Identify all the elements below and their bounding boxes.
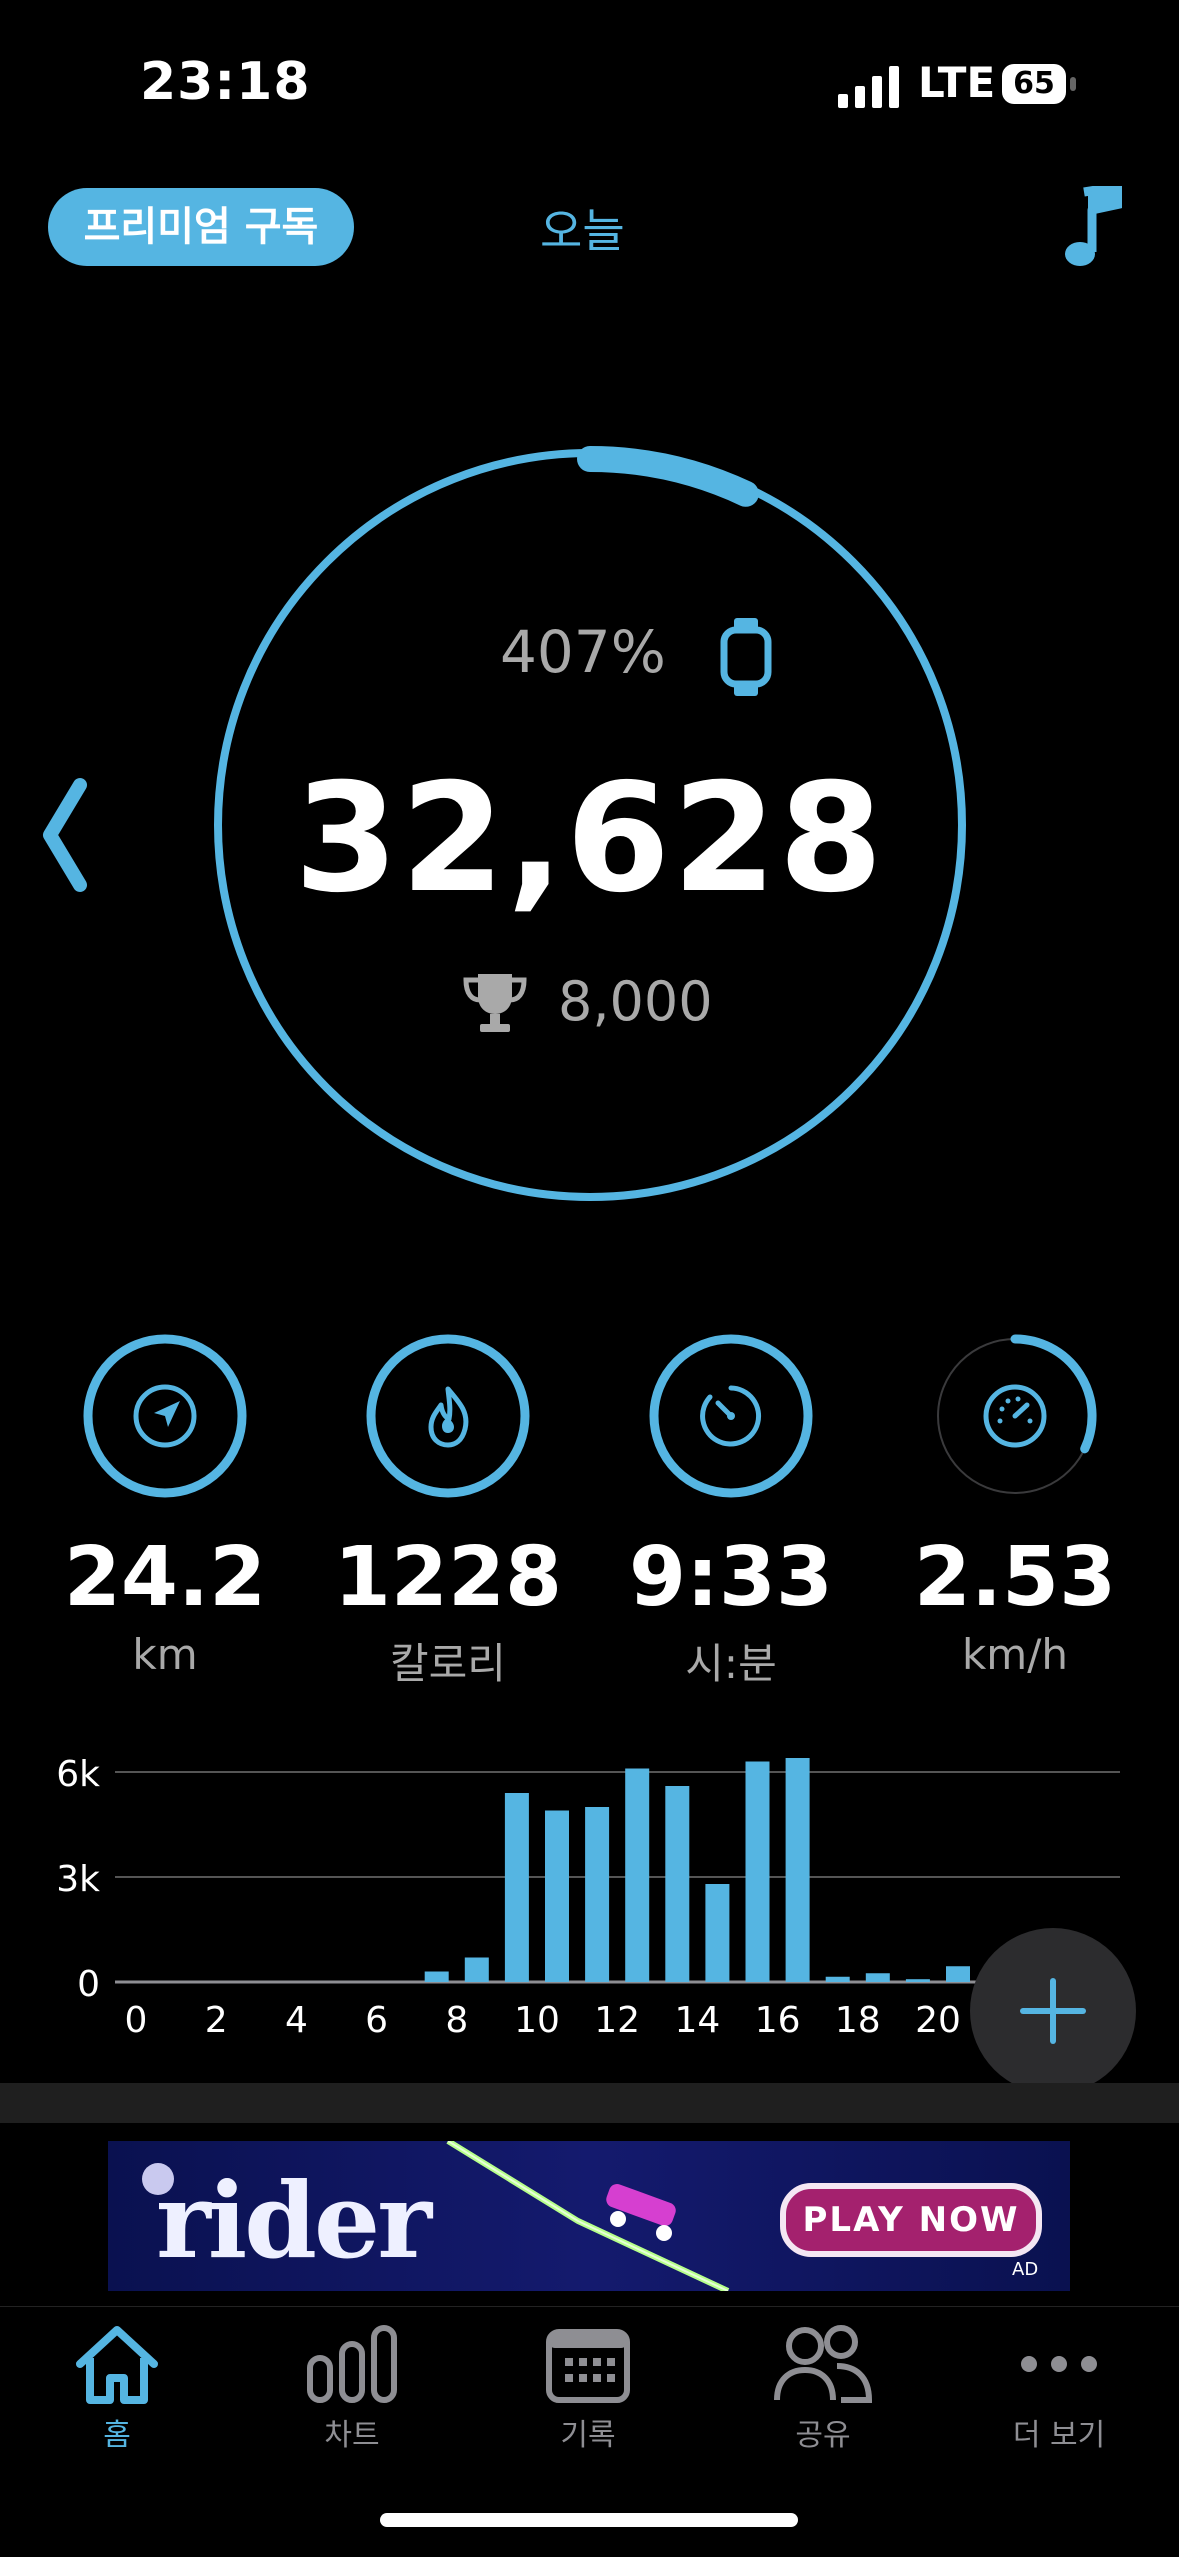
x-tick-label: 8	[445, 2000, 468, 2041]
cellular-signal-icon	[838, 66, 899, 108]
x-tick-label: 10	[514, 2000, 560, 2041]
battery-level: 65	[1002, 64, 1066, 104]
duration-value: 9:33	[629, 1530, 833, 1625]
step-goal: 8,000	[558, 970, 713, 1033]
tab-more[interactable]: 더 보기	[959, 2322, 1159, 2454]
ad-brand: rider	[156, 2159, 432, 2282]
tab-share-label: 공유	[795, 2418, 851, 2453]
distance-value: 24.2	[63, 1530, 267, 1625]
calories-value: 1228	[333, 1530, 563, 1625]
premium-subscription-button[interactable]: 프리미엄 구독	[48, 188, 354, 266]
battery-icon: 65	[1002, 64, 1078, 104]
chart-bar	[545, 1810, 569, 1982]
tab-chart-label: 차트	[324, 2418, 380, 2453]
x-tick-label: 0	[125, 2000, 148, 2041]
bar-chart-icon	[307, 2325, 397, 2403]
chart-bar	[825, 1976, 850, 1982]
speed-value: 2.53	[913, 1530, 1117, 1625]
chart-bar	[585, 1807, 610, 1982]
chart-bar	[905, 1979, 930, 1982]
duration-unit: 시:분	[685, 1639, 777, 1688]
watch-icon[interactable]	[720, 618, 772, 696]
chart-bar	[665, 1786, 690, 1982]
x-tick-label: 16	[755, 2000, 801, 2041]
ad-play-now-button[interactable]: PLAY NOW	[780, 2183, 1042, 2257]
tab-more-label: 더 보기	[1012, 2418, 1106, 2453]
tab-home-label: 홈	[103, 2418, 131, 2453]
chart-bar	[424, 1971, 449, 1982]
home-icon	[76, 2326, 158, 2404]
timer-icon	[649, 1334, 813, 1498]
y-tick-label: 3k	[56, 1859, 100, 1900]
calories-unit: 칼로리	[390, 1639, 506, 1688]
speed-unit: km/h	[961, 1630, 1068, 1679]
x-tick-label: 14	[674, 2000, 720, 2041]
speedometer-icon	[937, 1334, 1097, 1494]
music-note-icon[interactable]	[1062, 186, 1122, 270]
tab-records-label: 기록	[560, 2418, 616, 2453]
chart-bar	[745, 1761, 770, 1982]
home-indicator	[380, 2513, 798, 2527]
section-divider	[0, 2083, 1179, 2123]
x-tick-label: 18	[835, 2000, 881, 2041]
chart-bar	[946, 1966, 970, 1982]
goal-percent: 407%	[500, 618, 666, 686]
step-count: 32,628	[294, 752, 885, 926]
status-time: 23:18	[140, 52, 311, 112]
tab-records[interactable]: 기록	[488, 2322, 688, 2454]
y-tick-label: 6k	[56, 1754, 100, 1795]
flame-icon	[366, 1334, 530, 1498]
distance-unit: km	[132, 1630, 198, 1679]
chart-bar	[785, 1758, 810, 1982]
people-icon	[774, 2325, 873, 2403]
page-title[interactable]: 오늘	[540, 195, 625, 261]
ad-banner[interactable]: rider PLAY NOW AD	[108, 2141, 1070, 2291]
more-icon	[1021, 2356, 1097, 2372]
y-tick-label: 0	[77, 1964, 100, 2005]
x-tick-label: 2	[205, 2000, 228, 2041]
chart-bar	[464, 1957, 489, 1982]
trophy-icon	[463, 974, 527, 1032]
x-tick-label: 20	[915, 2000, 961, 2041]
tab-home[interactable]: 홈	[17, 2322, 217, 2454]
x-tick-label: 4	[285, 2000, 308, 2041]
plus-icon	[1020, 1978, 1086, 2044]
chart-bar	[705, 1884, 730, 1982]
chart-bar	[625, 1768, 650, 1982]
x-tick-label: 12	[594, 2000, 640, 2041]
network-type: LTE	[918, 58, 996, 107]
tab-share[interactable]: 공유	[723, 2322, 923, 2454]
x-tick-label: 6	[365, 2000, 388, 2041]
chart-bar	[865, 1973, 890, 1982]
add-button[interactable]	[970, 1928, 1136, 2094]
tab-chart[interactable]: 차트	[252, 2322, 452, 2454]
ad-badge: AD	[1012, 2259, 1039, 2280]
calendar-icon	[546, 2329, 630, 2403]
navigation-arrow-icon	[83, 1334, 247, 1498]
chart-bar	[504, 1793, 529, 1982]
